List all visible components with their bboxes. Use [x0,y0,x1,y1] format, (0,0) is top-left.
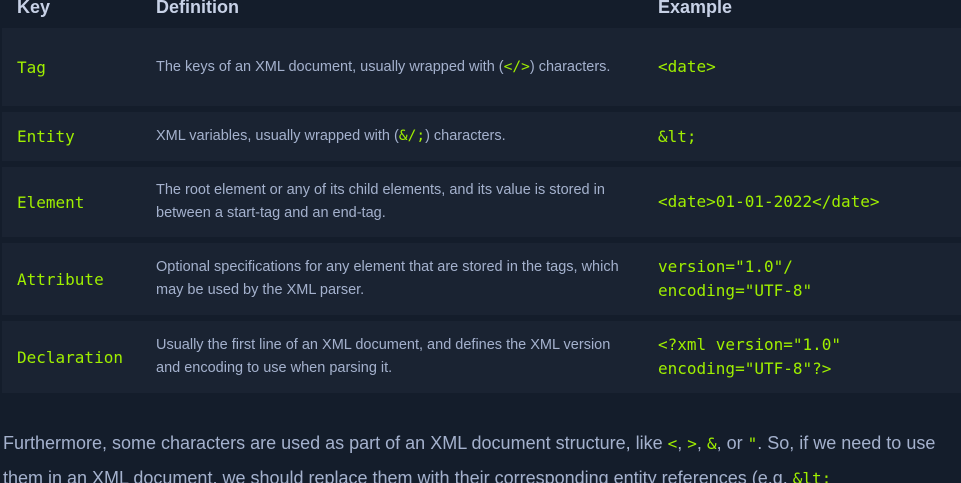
definition-text: The root element or any of its child ele… [156,182,605,221]
inline-code: &lt; [792,469,832,483]
table-row: Declaration Usually the first line of an… [2,315,961,393]
row-key: Declaration [2,315,142,393]
paragraph-text: , or [716,433,748,453]
definition-code: </> [503,58,530,75]
example-line: encoding="UTF-8" [658,281,813,300]
definition-text: Usually the first line of an XML documen… [156,337,611,376]
inline-code: > [687,434,697,453]
table-row: Element The root element or any of its c… [2,161,961,237]
row-definition: Usually the first line of an XML documen… [142,315,642,393]
definition-text: XML variables, usually wrapped with ( [156,128,399,144]
row-definition: XML variables, usually wrapped with (&/;… [142,106,642,161]
row-key: Attribute [2,237,142,315]
paragraph-text: , [696,433,707,453]
header-example: Example [658,0,733,17]
row-example: <?xml version="1.0" encoding="UTF-8"?> [642,315,961,393]
paragraph-text: , [677,433,688,453]
xml-keys-table: Key Definition Example Tag The keys of a… [2,0,961,393]
table-header-row: Key Definition Example [2,0,961,28]
inline-code: < [667,434,678,453]
body-paragraph: Furthermore, some characters are used as… [3,426,961,483]
inline-code: & [706,434,717,453]
definition-code: &/; [398,128,426,144]
example-line: &lt; [658,126,697,146]
table-row: Entity XML variables, usually wrapped wi… [2,106,961,161]
page: Key Definition Example Tag The keys of a… [0,0,961,483]
row-key: Tag [2,28,142,106]
row-example: <date> [642,28,961,106]
example-line: <date>01-01-2022</date> [658,192,880,211]
example-line: <?xml version="1.0" [658,335,842,354]
header-definition: Definition [156,0,239,17]
row-definition: Optional specifications for any element … [142,237,642,315]
row-example: version="1.0"/ encoding="UTF-8" [642,237,961,315]
paragraph-text: Furthermore, some characters are used as… [3,433,668,453]
row-example: &lt; [642,106,961,161]
row-key: Element [2,161,142,237]
table-row: Attribute Optional specifications for an… [2,237,961,315]
example-line: <date> [658,57,716,76]
row-definition: The root element or any of its child ele… [142,161,642,237]
definition-text: ) characters. [529,58,611,75]
header-key: Key [17,0,51,17]
row-example: <date>01-01-2022</date> [642,161,961,237]
row-key: Entity [2,106,142,161]
example-line: encoding="UTF-8"?> [658,359,832,378]
example-line: version="1.0"/ [658,257,793,276]
definition-text: Optional specifications for any element … [156,259,619,298]
inline-code: " [747,434,758,453]
row-definition: The keys of an XML document, usually wra… [142,28,642,106]
definition-text: The keys of an XML document, usually wra… [156,58,504,75]
table-row: Tag The keys of an XML document, usually… [2,28,961,106]
definition-text: ) characters. [425,128,506,144]
